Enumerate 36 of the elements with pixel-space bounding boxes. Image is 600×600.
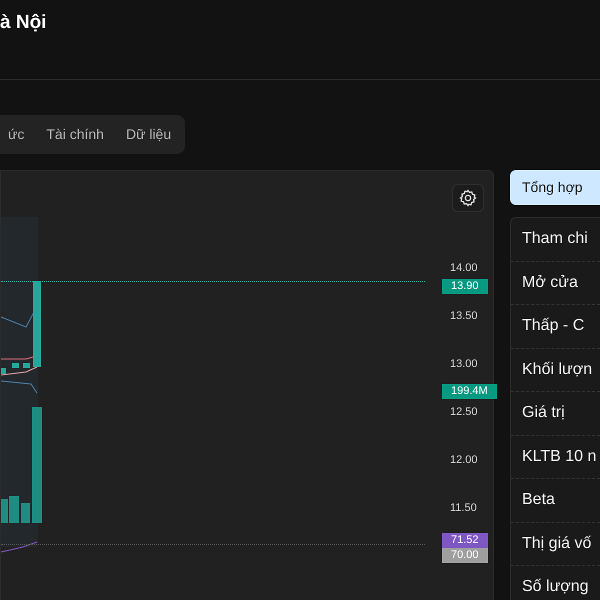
page-title: à Nội: [0, 11, 46, 35]
settings-icon: [459, 189, 477, 207]
axis-tag: 70.00: [442, 548, 488, 563]
volume-bar: [9, 496, 19, 523]
axis-label: 12.50: [450, 405, 478, 420]
band-upper-line: [1, 312, 34, 328]
axis-tag: 13.90: [442, 279, 488, 294]
stat-label: Số lượng: [522, 577, 589, 598]
stat-label: KLTB 10 n: [522, 446, 596, 467]
candle: [1, 368, 6, 374]
candle: [12, 363, 19, 368]
stat-label: Thấp - C: [522, 316, 584, 336]
rsi-line: [1, 542, 38, 552]
axis-label: 12.00: [450, 453, 478, 468]
tab[interactable]: ức: [0, 120, 32, 149]
moving-average-line: [1, 356, 34, 360]
stat-label: Mở cửa: [522, 272, 578, 293]
axis-label: 13.50: [450, 309, 478, 324]
stat-label: Beta: [522, 490, 555, 510]
axis-tag: 71.52: [442, 533, 488, 548]
candle: [23, 363, 30, 368]
axis-label: 13.00: [450, 357, 478, 372]
stat-label: Khối lượn: [522, 360, 592, 380]
summary-tab[interactable]: Tổng hợp: [510, 170, 600, 205]
tab[interactable]: Tài chính: [38, 120, 112, 149]
tab[interactable]: Dữ liệu: [118, 120, 180, 149]
axis-label: 14.00: [450, 261, 478, 276]
volume-bar: [21, 503, 30, 523]
axis-label: 11.50: [450, 501, 478, 516]
band-lower-line: [1, 380, 38, 394]
moving-average-line: [1, 366, 38, 376]
axis-tag: 199.4M: [442, 384, 497, 399]
stat-label: Giá trị: [522, 403, 565, 424]
settings-button[interactable]: [452, 184, 484, 212]
stat-label: Tham chi: [522, 229, 588, 250]
stat-label: Thị giá vố: [522, 534, 592, 554]
